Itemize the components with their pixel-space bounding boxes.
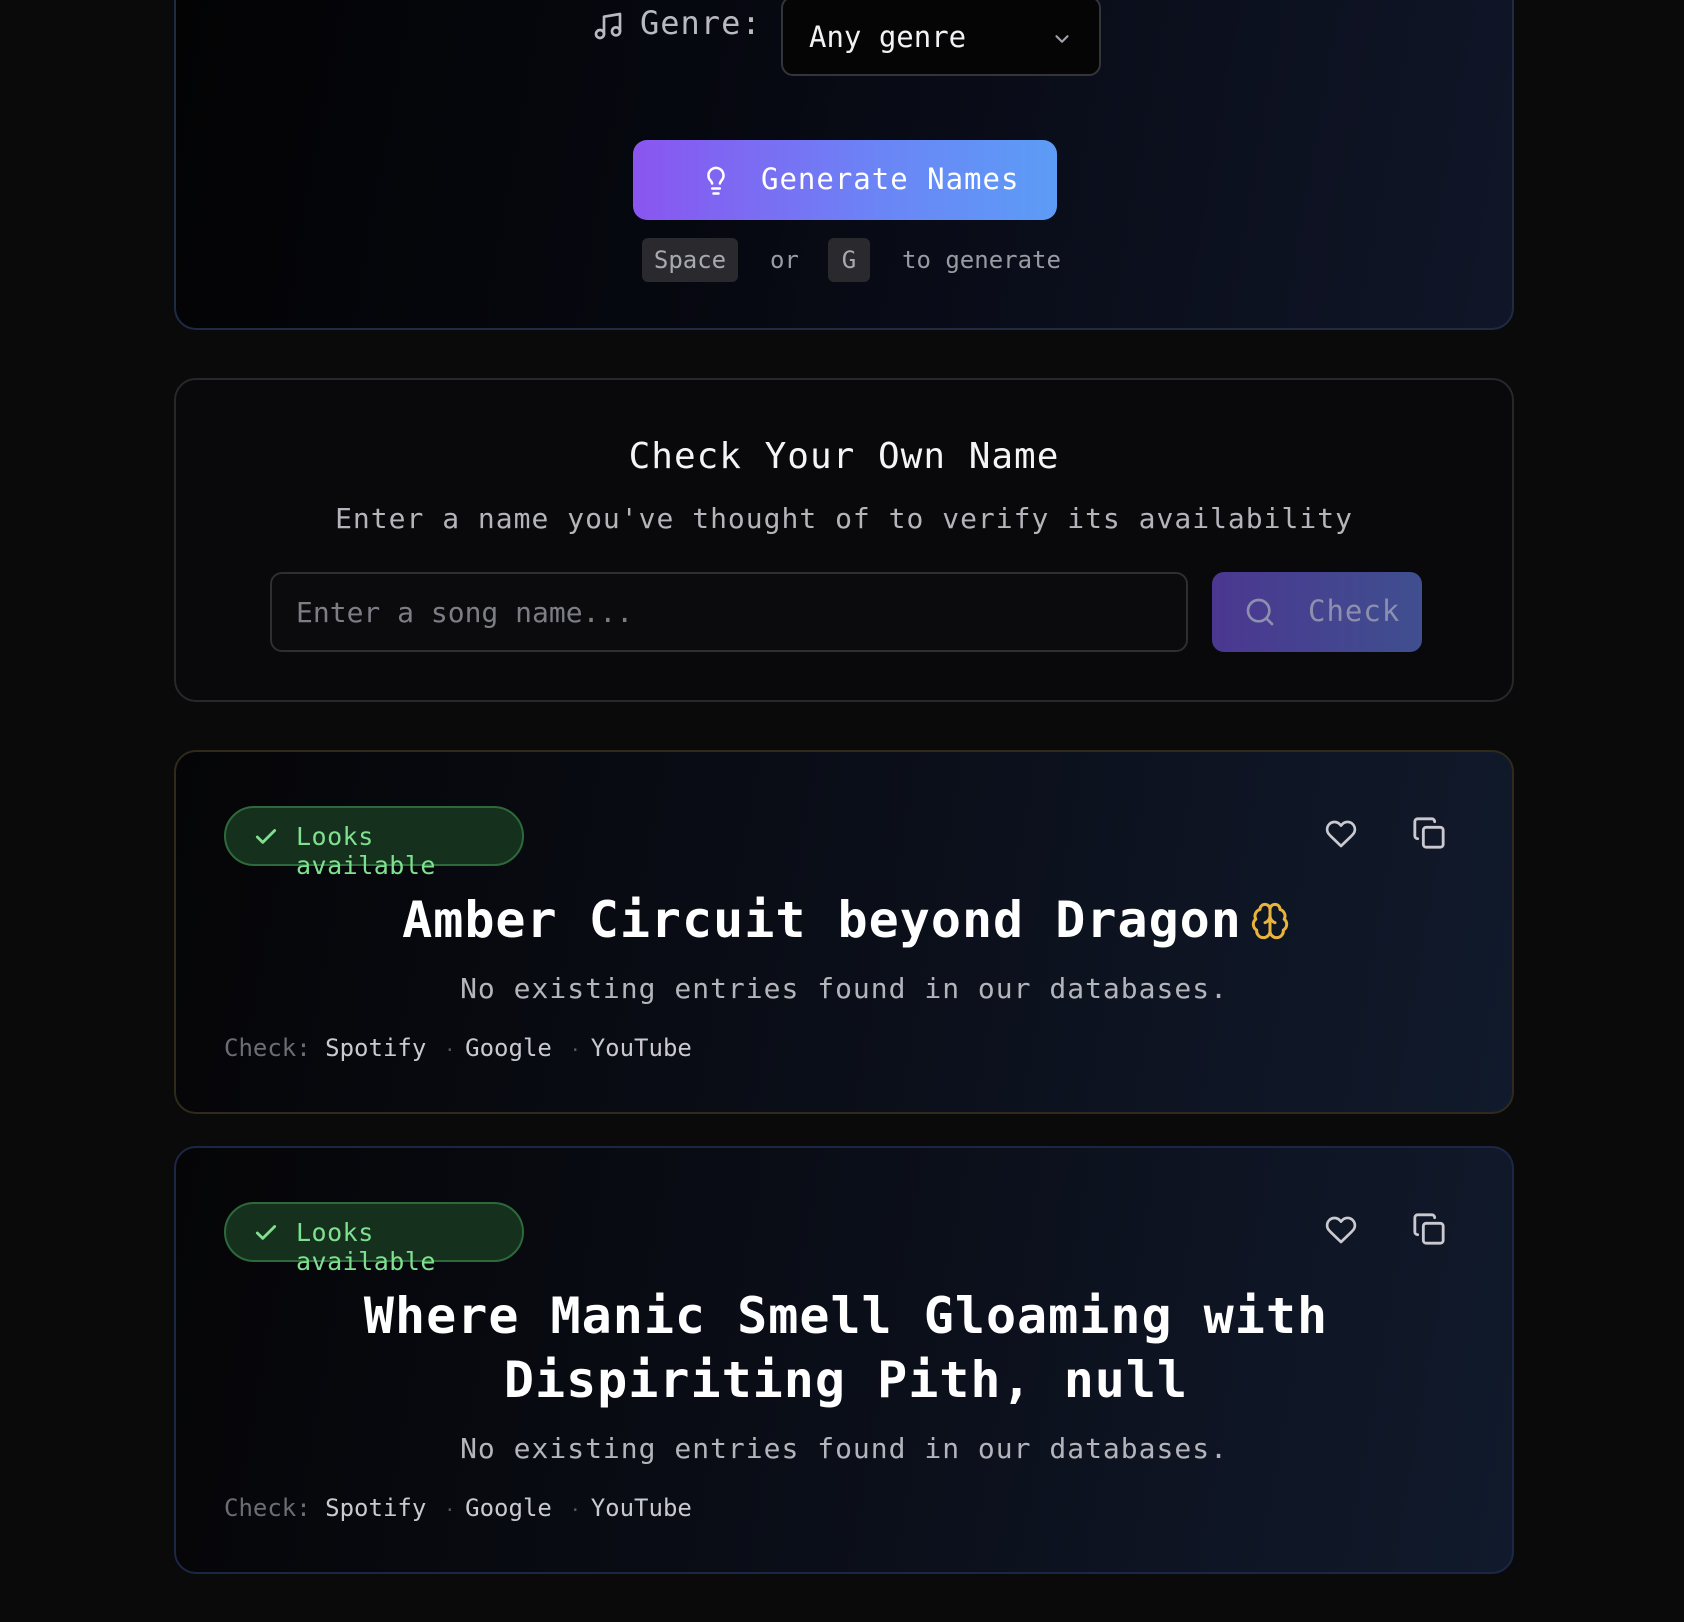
song-title-text: Amber Circuit beyond Dragon	[402, 891, 1242, 949]
check-button-label: Check	[1308, 594, 1401, 628]
genre-label: Genre:	[640, 4, 762, 42]
check-button[interactable]: Check	[1212, 572, 1422, 652]
hint-tail: to generate	[902, 246, 1061, 274]
generator-panel: Genre: Any genre Generate Names Space or…	[174, 0, 1514, 330]
heart-icon[interactable]	[1324, 1214, 1358, 1246]
heart-icon[interactable]	[1324, 818, 1358, 850]
spotify-link[interactable]: Spotify	[325, 1494, 426, 1522]
brain-icon	[1251, 902, 1289, 940]
status-text: No existing entries found in our databas…	[460, 972, 1228, 1005]
hint-or: or	[770, 246, 799, 274]
check-links-label: Check:	[224, 1494, 311, 1522]
lightbulb-icon	[707, 166, 725, 195]
kbd-g: G	[828, 238, 870, 282]
youtube-link[interactable]: YouTube	[591, 1034, 692, 1062]
availability-badge: Looks available	[224, 806, 524, 880]
availability-badge-label: Looks available	[296, 822, 436, 880]
availability-badge: Looks available	[224, 1202, 524, 1276]
check-links-label: Check:	[224, 1034, 311, 1062]
genre-select[interactable]: Any genre	[781, 0, 1101, 76]
separator-dot: ·	[569, 1500, 581, 1521]
external-check-links: Check: Spotify · Google · YouTube	[224, 1494, 692, 1522]
kbd-space: Space	[642, 238, 738, 282]
song-title: Amber Circuit beyond Dragon	[216, 888, 1476, 952]
generate-names-button[interactable]: Generate Names	[633, 140, 1057, 220]
separator-dot: ·	[444, 1500, 456, 1521]
check-name-panel: Check Your Own Name Enter a name you've …	[174, 378, 1514, 702]
google-link[interactable]: Google	[465, 1034, 552, 1062]
result-card: Looks available Where Manic Smell Gloami…	[174, 1146, 1514, 1574]
song-title: Where Manic Smell Gloaming with Dispirit…	[363, 1287, 1329, 1409]
search-icon	[1246, 598, 1274, 626]
copy-icon[interactable]	[1412, 816, 1446, 850]
genre-row: Genre: Any genre	[176, 0, 1512, 76]
checkmark-icon	[255, 829, 277, 844]
generate-names-label: Generate Names	[761, 162, 1020, 196]
separator-dot: ·	[444, 1040, 456, 1061]
check-subtitle: Enter a name you've thought of to verify…	[335, 502, 1353, 535]
spotify-link[interactable]: Spotify	[325, 1034, 426, 1062]
music-note-icon	[594, 12, 622, 40]
google-link[interactable]: Google	[465, 1494, 552, 1522]
copy-icon[interactable]	[1412, 1212, 1446, 1246]
genre-select-value: Any genre	[809, 20, 967, 54]
result-card: Looks available Amber Circuit beyond Dra…	[174, 750, 1514, 1114]
checkmark-icon	[255, 1225, 277, 1240]
availability-badge-label: Looks available	[296, 1218, 436, 1276]
youtube-link[interactable]: YouTube	[591, 1494, 692, 1522]
separator-dot: ·	[569, 1040, 581, 1061]
external-check-links: Check: Spotify · Google · YouTube	[224, 1034, 692, 1062]
song-name-input[interactable]	[270, 572, 1188, 652]
status-text: No existing entries found in our databas…	[460, 1432, 1228, 1465]
check-title: Check Your Own Name	[628, 436, 1060, 477]
shortcut-hint: Space or G to generate	[176, 238, 1512, 282]
chevron-down-icon	[1055, 35, 1069, 43]
